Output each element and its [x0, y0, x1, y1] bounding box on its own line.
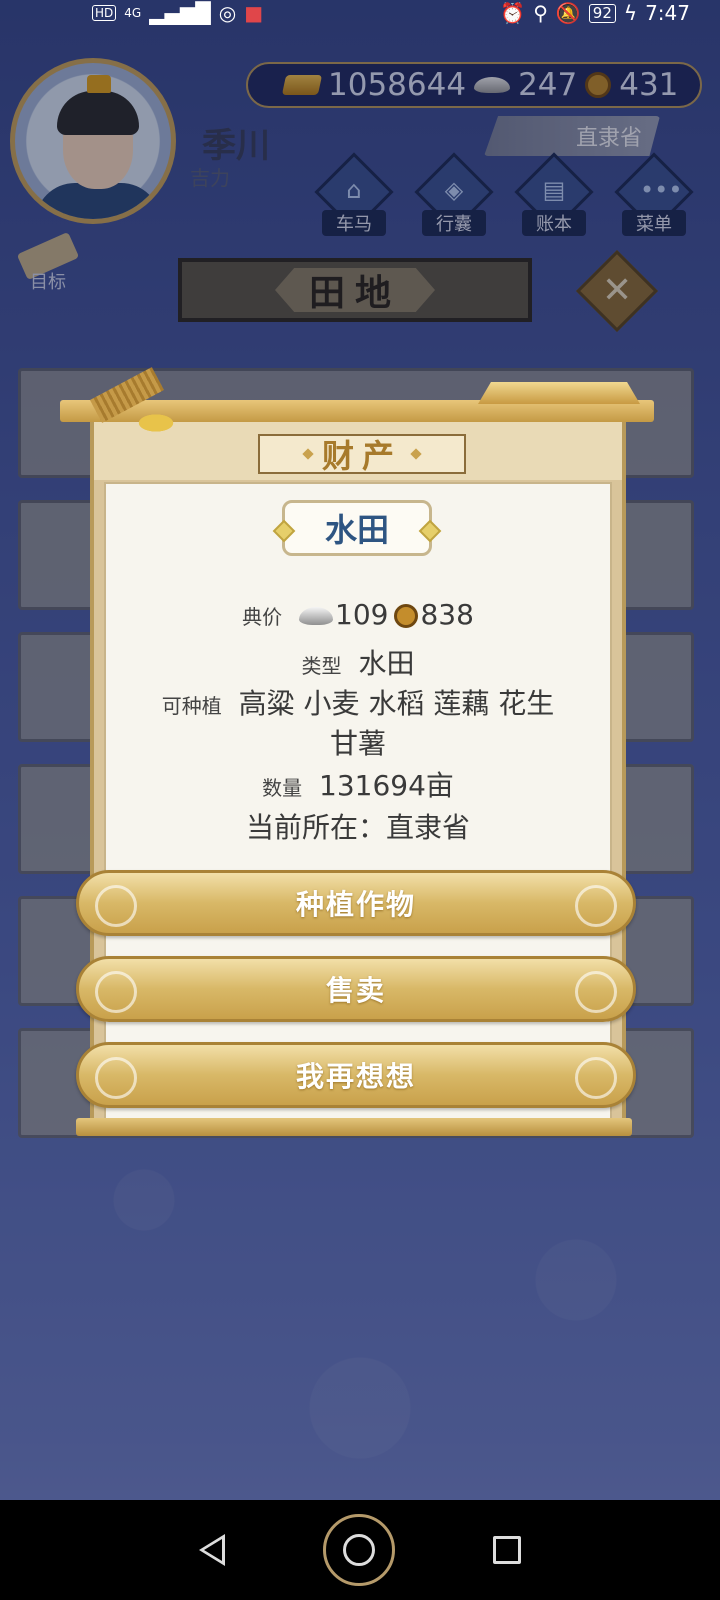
property-dialog: 财产 水田 典价 109 838 类型 水田 可种植 高粱 小麦 水稻 莲藕 花生… [90, 416, 626, 1136]
hd-indicator: HD [92, 5, 117, 21]
dialog-title: 财产 [321, 437, 402, 475]
signal-icon: 4G [124, 6, 142, 20]
item-name: 水田 [324, 511, 389, 549]
price-silver: 109 [335, 598, 389, 631]
sell-button[interactable]: 售卖 [76, 956, 636, 1022]
price-row: 典价 109 838 [106, 598, 610, 631]
home-icon [343, 1534, 375, 1566]
crops-row: 可种植 高粱 小麦 水稻 莲藕 花生 [106, 682, 610, 722]
price-copper: 838 [420, 598, 474, 631]
signal-bars-icon: ▂▄▆█ [149, 1, 211, 25]
current-location: 当前所在：直隶省 [245, 811, 470, 844]
alarm-icon: ⏰ [500, 1, 526, 25]
wheat-bundle-icon [82, 367, 202, 452]
wechat-icon: ◎ [218, 1, 237, 25]
dialog-top-tab [478, 382, 640, 404]
recents-icon[interactable] [493, 1536, 521, 1564]
crops-label: 可种植 [161, 694, 222, 718]
home-button[interactable] [323, 1514, 395, 1586]
price-label: 典价 [242, 605, 283, 629]
notification-icon: ■ [244, 1, 264, 25]
type-value: 水田 [358, 647, 415, 680]
crops-list-continued: 甘薯 [329, 727, 386, 760]
type-row: 类型 水田 [106, 642, 610, 682]
item-name-frame: 水田 [282, 500, 432, 556]
quantity-row: 数量 131694亩 [106, 764, 610, 804]
mute-icon: 🔕 [555, 1, 581, 25]
copper-coin-icon [394, 604, 419, 628]
system-nav-bar [0, 1500, 720, 1600]
status-bar: HD 4G ▂▄▆█ ◎ ■ ⏰ ⚲ 🔕 92 ϟ 7:47 [0, 0, 720, 26]
dialog-bottom-rail [76, 1118, 632, 1136]
clock: 7:47 [645, 1, 690, 25]
type-label: 类型 [301, 654, 342, 678]
dialog-title-frame: 财产 [258, 434, 466, 475]
quantity-label: 数量 [262, 776, 303, 800]
charging-icon: ϟ [623, 1, 638, 25]
dialog-body: 水田 典价 109 838 类型 水田 可种植 高粱 小麦 水稻 莲藕 花生 甘薯… [104, 482, 612, 1122]
crops-row-continued: 甘薯 [106, 722, 610, 762]
reconsider-button[interactable]: 我再想想 [76, 1042, 636, 1108]
back-icon[interactable] [199, 1534, 225, 1566]
battery-indicator: 92 [588, 3, 616, 23]
plant-crops-button[interactable]: 种植作物 [76, 870, 636, 936]
quantity-value: 131694亩 [319, 769, 454, 802]
silver-ingot-icon [299, 607, 333, 625]
crops-list: 高粱 小麦 水稻 莲藕 花生 [238, 687, 555, 720]
location-icon: ⚲ [533, 1, 548, 25]
